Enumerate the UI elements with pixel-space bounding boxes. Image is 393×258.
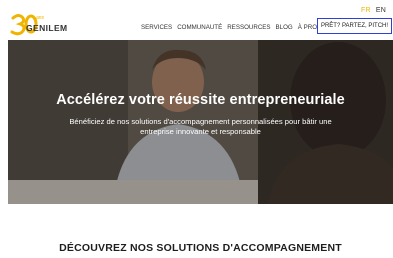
hero-subtitle: Bénéficiez de nos solutions d'accompagne… [69,117,332,136]
nav-item-ressources[interactable]: RESSOURCES [227,24,270,31]
lang-fr-link[interactable]: FR [361,7,371,14]
page: FR EN ans GENILEM SERVICES COMMUNAUTÉ RE… [8,0,393,258]
nav-item-blog[interactable]: BLOG [276,24,293,31]
language-switcher: FR EN [358,7,386,14]
pitch-cta-button[interactable]: PRÊT? PARTEZ, PITCH! [317,18,392,34]
logo-wordmark: GENILEM [26,23,68,33]
solutions-section-title: DÉCOUVREZ NOS SOLUTIONS D'ACCOMPAGNEMENT [59,242,342,254]
lang-en-link[interactable]: EN [376,7,386,14]
main-nav: SERVICES COMMUNAUTÉ RESSOURCES BLOG À PR… [141,24,330,31]
hero-title: Accélérez votre réussite entrepreneurial… [56,92,345,108]
nav-item-communaute[interactable]: COMMUNAUTÉ [177,24,222,31]
logo-ans: ans [36,15,45,21]
logo[interactable]: ans GENILEM [10,12,72,38]
hero-banner: Accélérez votre réussite entrepreneurial… [8,40,393,204]
nav-item-services[interactable]: SERVICES [141,24,172,31]
